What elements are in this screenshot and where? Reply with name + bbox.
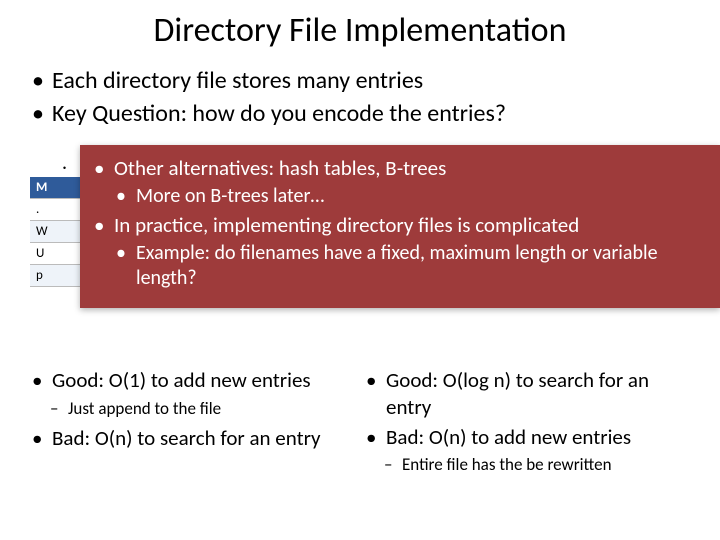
bullet-item: Good: O(log n) to search for an entry [364, 367, 690, 420]
mid-area: . . M . W U p Other alternatives: hash t… [30, 145, 690, 345]
slide-title: Directory File Implementation [30, 10, 690, 51]
callout-bullet: In practice, implementing directory file… [92, 212, 708, 239]
bullet-item: Good: O(1) to add new entries [30, 367, 356, 393]
sub-bullet-item: Entire file has the be rewritten [364, 454, 690, 475]
partial-table: M . W U p [30, 177, 82, 287]
callout-bullet: Other alternatives: hash tables, B-trees [92, 155, 708, 182]
table-cell: p [30, 265, 82, 287]
bullet-item: Bad: O(n) to search for an entry [30, 425, 356, 451]
slide: Directory File Implementation Each direc… [0, 0, 720, 540]
right-column: Good: O(log n) to search for an entry Ba… [364, 367, 690, 481]
bullet-item: Each directory file stores many entries [30, 65, 690, 96]
sub-bullet-item: Just append to the file [30, 398, 356, 419]
callout-sub-bullet: More on B-trees later… [92, 184, 708, 210]
bullet-item: Key Question: how do you encode the entr… [30, 98, 690, 129]
left-column: Good: O(1) to add new entries Just appen… [30, 367, 356, 481]
two-column-area: Good: O(1) to add new entries Just appen… [30, 367, 690, 481]
bullet-item: Bad: O(n) to add new entries [364, 424, 690, 450]
table-cell: . [30, 199, 82, 221]
callout-sub-bullet: Example: do filenames have a fixed, maxi… [92, 241, 708, 292]
table-cell: W [30, 221, 82, 243]
obscured-bullet: . [62, 151, 67, 175]
table-cell: U [30, 243, 82, 265]
table-header-cell: M [30, 177, 82, 199]
callout-box: Other alternatives: hash tables, B-trees… [80, 145, 720, 308]
top-bullets: Each directory file stores many entries … [30, 65, 690, 129]
